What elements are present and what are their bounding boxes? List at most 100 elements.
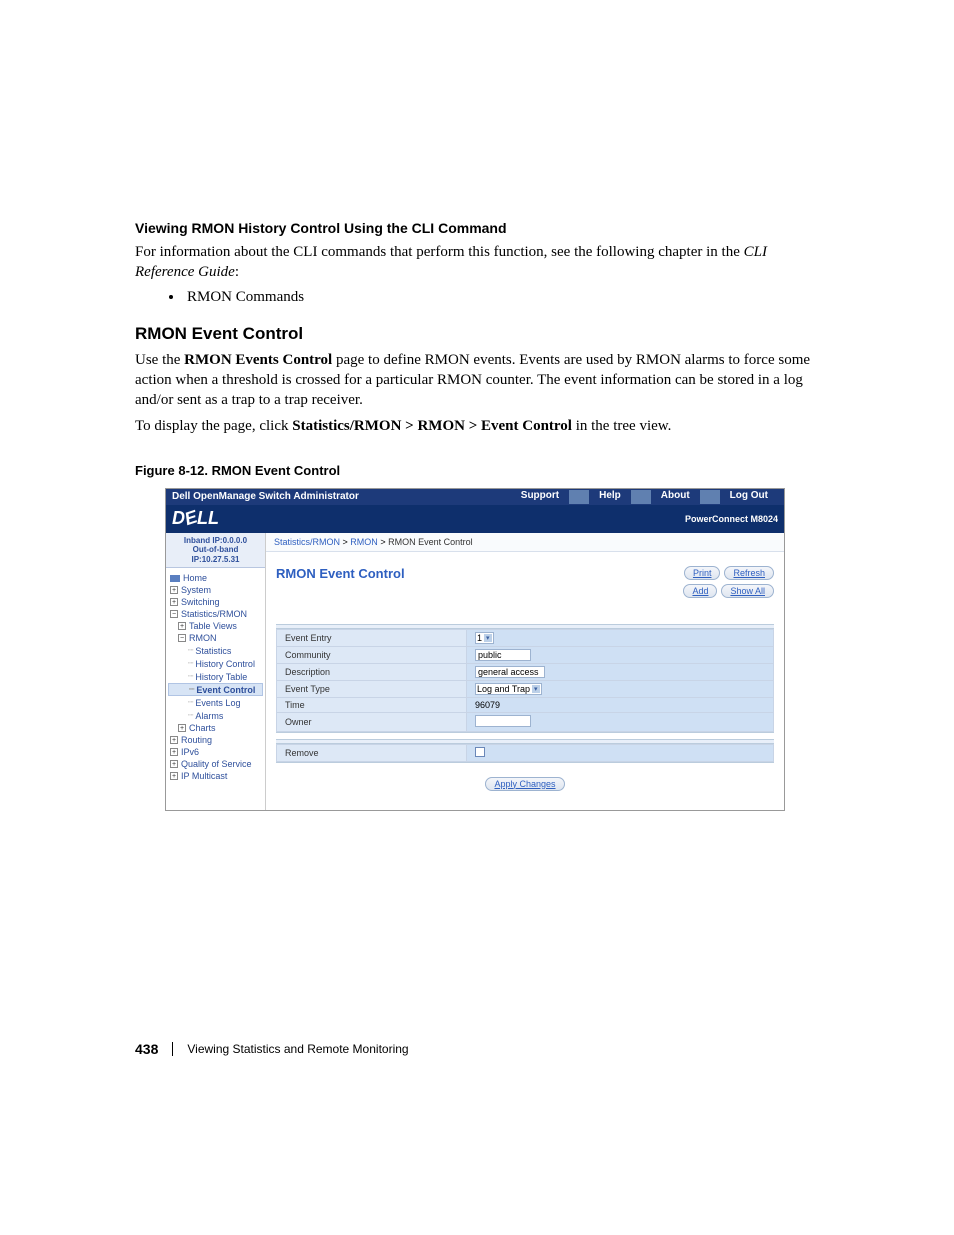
- tree-routing[interactable]: +Routing: [168, 734, 263, 746]
- description-input[interactable]: general access: [475, 666, 545, 678]
- cli-para-text: For information about the CLI commands t…: [135, 244, 744, 260]
- event-type-select[interactable]: Log and Trap▾: [475, 683, 542, 695]
- dell-logo: DELL: [172, 508, 218, 529]
- expand-icon[interactable]: +: [170, 598, 178, 606]
- expand-icon[interactable]: +: [170, 586, 178, 594]
- tree-routing-label: Routing: [181, 735, 212, 745]
- tree-history-control[interactable]: ┈History Control: [168, 657, 263, 670]
- label-event-entry: Event Entry: [277, 629, 467, 646]
- tree-events-log-label: Events Log: [195, 698, 240, 708]
- refresh-button[interactable]: Refresh: [724, 566, 774, 580]
- event-entry-select[interactable]: 1▾: [475, 632, 494, 644]
- link-about[interactable]: About: [651, 490, 700, 504]
- tree-stats-label: Statistics/RMON: [181, 609, 247, 619]
- tree-qos-label: Quality of Service: [181, 759, 252, 769]
- app-body: Inband IP:0.0.0.0 Out-of-band IP:10.27.5…: [166, 533, 784, 810]
- tree-statistics[interactable]: ┈Statistics: [168, 644, 263, 657]
- page-number: 438: [135, 1041, 158, 1057]
- tree-history-table[interactable]: ┈History Table: [168, 670, 263, 683]
- tree-event-control-label: Event Control: [196, 685, 255, 695]
- expand-icon[interactable]: +: [170, 760, 178, 768]
- tree-system[interactable]: +System: [168, 584, 263, 596]
- section-para-2: To display the page, click Statistics/RM…: [135, 416, 824, 436]
- form-band-2: Remove: [276, 739, 774, 763]
- tree-ip-multicast[interactable]: +IP Multicast: [168, 770, 263, 782]
- tree-ipv6-label: IPv6: [181, 747, 199, 757]
- expand-icon[interactable]: +: [170, 772, 178, 780]
- label-time: Time: [277, 697, 467, 712]
- expand-icon[interactable]: +: [170, 748, 178, 756]
- form-band-1: Event Entry 1▾ Community public: [276, 624, 774, 733]
- event-entry-value: 1: [477, 633, 482, 643]
- tree-switching[interactable]: +Switching: [168, 596, 263, 608]
- remove-checkbox[interactable]: [475, 747, 485, 757]
- link-help[interactable]: Help: [589, 490, 631, 504]
- cli-paragraph: For information about the CLI commands t…: [135, 242, 824, 283]
- expand-icon[interactable]: +: [178, 724, 186, 732]
- action-buttons: Print Refresh Add Show All: [683, 566, 774, 598]
- tree-home[interactable]: Home: [168, 572, 263, 584]
- cli-subheading: Viewing RMON History Control Using the C…: [135, 220, 824, 236]
- time-value: 96079: [475, 700, 500, 710]
- app-title: Dell OpenManage Switch Administrator: [172, 491, 511, 502]
- tree-home-label: Home: [183, 573, 207, 583]
- label-community: Community: [277, 646, 467, 663]
- tree-qos[interactable]: +Quality of Service: [168, 758, 263, 770]
- tree-alarms-label: Alarms: [195, 711, 223, 721]
- footer-chapter: Viewing Statistics and Remote Monitoring: [187, 1042, 408, 1056]
- row-description: Description general access: [277, 663, 774, 680]
- remove-table: Remove: [276, 744, 774, 762]
- tree-dash-icon: ┈: [188, 645, 193, 656]
- para2-a: To display the page, click: [135, 418, 292, 434]
- crumb-rmon[interactable]: RMON: [350, 537, 378, 547]
- ip-inband: Inband IP:0.0.0.0: [168, 536, 263, 546]
- tree-ipm-label: IP Multicast: [181, 771, 227, 781]
- tree-statistics-label: Statistics: [195, 646, 231, 656]
- tree-history-table-label: History Table: [195, 672, 247, 682]
- ip-box: Inband IP:0.0.0.0 Out-of-band IP:10.27.5…: [166, 533, 265, 569]
- collapse-icon[interactable]: −: [170, 610, 178, 618]
- print-button[interactable]: Print: [684, 566, 721, 580]
- topbar-links: Support Help About Log Out: [511, 490, 778, 504]
- owner-input[interactable]: [475, 715, 531, 727]
- footer-sep: [172, 1042, 173, 1056]
- collapse-icon[interactable]: −: [178, 634, 186, 642]
- apply-changes-button[interactable]: Apply Changes: [485, 777, 564, 791]
- tree-table-views[interactable]: +Table Views: [168, 620, 263, 632]
- bullet-icon: [169, 295, 173, 299]
- section-para-1: Use the RMON Events Control page to defi…: [135, 350, 824, 411]
- tree-ipv6[interactable]: +IPv6: [168, 746, 263, 758]
- tree-dash-icon: ┈: [188, 671, 193, 682]
- main-inner: RMON Event Control Print Refresh Add Sho…: [266, 552, 784, 810]
- page-footer: 438 Viewing Statistics and Remote Monito…: [135, 1041, 824, 1057]
- tree-stats[interactable]: −Statistics/RMON: [168, 608, 263, 620]
- row-owner: Owner: [277, 712, 774, 731]
- tree-events-log[interactable]: ┈Events Log: [168, 696, 263, 709]
- link-support[interactable]: Support: [511, 490, 569, 504]
- tree-rmon[interactable]: −RMON: [168, 632, 263, 644]
- tree-system-label: System: [181, 585, 211, 595]
- cell-community: public: [467, 646, 774, 663]
- expand-icon[interactable]: +: [178, 622, 186, 630]
- cell-event-type: Log and Trap▾: [467, 680, 774, 697]
- tree-charts[interactable]: +Charts: [168, 722, 263, 734]
- show-all-button[interactable]: Show All: [721, 584, 774, 598]
- product-label: PowerConnect M8024: [685, 514, 778, 524]
- row-time: Time 96079: [277, 697, 774, 712]
- bullet-item: RMON Commands: [169, 289, 824, 306]
- sidebar: Inband IP:0.0.0.0 Out-of-band IP:10.27.5…: [166, 533, 266, 810]
- bullet-text: RMON Commands: [187, 289, 304, 306]
- home-icon: [170, 575, 180, 582]
- link-logout[interactable]: Log Out: [720, 490, 778, 504]
- cli-para-colon: :: [235, 264, 239, 280]
- add-button[interactable]: Add: [683, 584, 717, 598]
- crumb-stats[interactable]: Statistics/RMON: [274, 537, 340, 547]
- label-description: Description: [277, 663, 467, 680]
- tree-event-control[interactable]: ┈Event Control: [168, 683, 263, 696]
- tree-alarms[interactable]: ┈Alarms: [168, 709, 263, 722]
- app-topbar: Dell OpenManage Switch Administrator Sup…: [166, 489, 784, 505]
- row-community: Community public: [277, 646, 774, 663]
- community-input[interactable]: public: [475, 649, 531, 661]
- nav-tree: Home +System +Switching −Statistics/RMON…: [166, 568, 265, 790]
- expand-icon[interactable]: +: [170, 736, 178, 744]
